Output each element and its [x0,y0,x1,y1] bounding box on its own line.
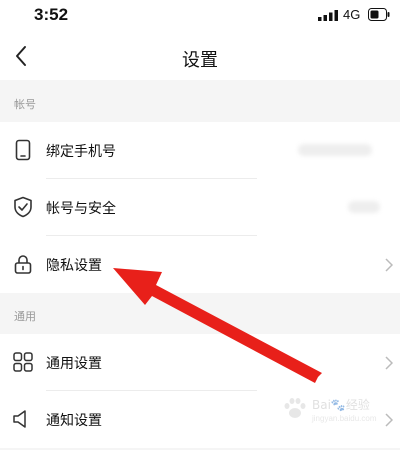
shield-icon [14,196,32,218]
lock-icon [14,255,32,274]
account-group: 绑定手机号 帐号与安全 隐私设置 [0,122,400,293]
section-label-general: 通用 [14,310,36,323]
settings-row-general[interactable]: 通用设置 [0,334,400,391]
chevron-right-icon [385,356,393,370]
status-time: 3:52 [34,5,69,24]
chevron-right-icon [385,413,393,427]
settings-row-label: 通知设置 [46,413,102,429]
security-status-blurred [348,201,380,213]
baidu-jingyan-watermark: Bai🐾经验 jingyan.baidu.com [282,394,378,430]
phone-icon [15,139,31,161]
battery-icon [368,8,390,21]
status-bar: 3:52 4G [0,0,400,30]
watermark-url: jingyan.baidu.com [312,414,377,423]
settings-row-label: 绑定手机号 [46,144,116,160]
page-title: 设置 [182,50,218,71]
nav-bar: 设置 [0,30,400,80]
watermark-text: Bai🐾经验 [312,398,370,412]
settings-row-label: 通用设置 [46,356,102,372]
general-group: 通用设置 通知设置 [0,334,400,448]
settings-row-account-security[interactable]: 帐号与安全 [0,179,400,236]
network-type: 4G [343,7,361,22]
paw-icon [284,398,306,418]
settings-row-label: 隐私设置 [46,258,102,274]
settings-row-label: 帐号与安全 [46,201,116,217]
chevron-right-icon [385,258,393,272]
settings-row-privacy[interactable]: 隐私设置 [0,236,400,293]
section-label-account: 帐号 [14,98,36,111]
grid-icon [13,352,33,372]
settings-row-bind-phone[interactable]: 绑定手机号 [0,122,400,179]
speaker-icon [13,410,26,428]
signal-icon [318,10,338,21]
phone-number-blurred [298,144,372,156]
